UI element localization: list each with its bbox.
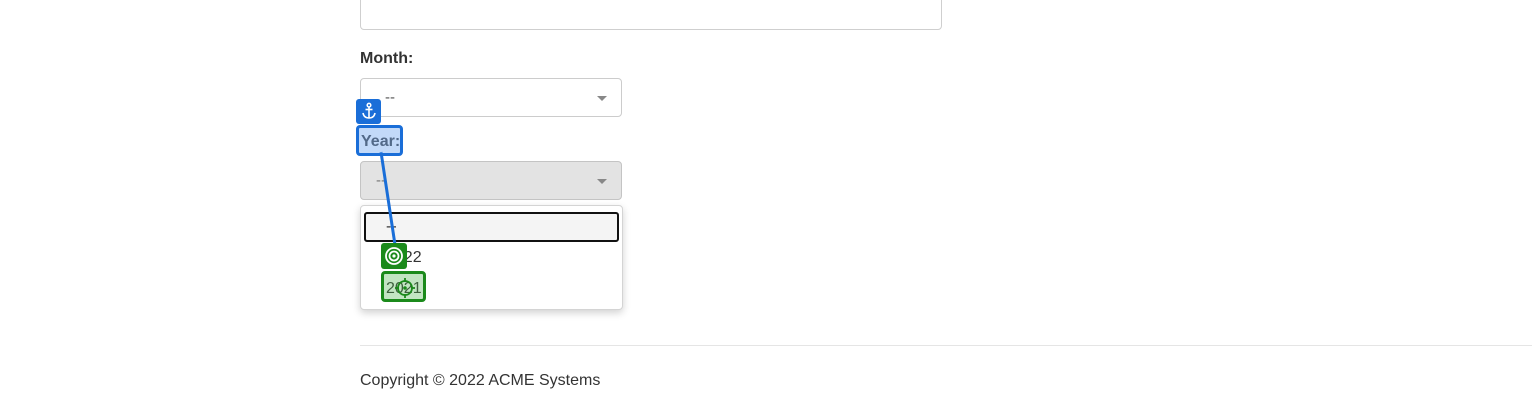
- year-select-value: --: [376, 172, 386, 189]
- page: Month: -- Year: -- -- 2022 2021: [0, 0, 1532, 409]
- crosshair-icon: [395, 278, 415, 298]
- anchor-icon: [356, 99, 381, 124]
- anchor-highlight-box: [356, 125, 403, 156]
- annotation-connector-line: [379, 151, 399, 259]
- month-select-value: --: [385, 89, 395, 106]
- previous-field-input[interactable]: [360, 0, 942, 30]
- chevron-down-icon: [597, 96, 607, 101]
- month-label: Month:: [360, 50, 414, 67]
- target-icon: [381, 243, 407, 269]
- chevron-down-icon: [597, 179, 607, 184]
- footer-copyright: Copyright © 2022 ACME Systems: [360, 372, 601, 389]
- year-option-empty[interactable]: --: [364, 212, 619, 242]
- year-select[interactable]: --: [360, 161, 622, 200]
- footer-divider: [360, 345, 1532, 346]
- target-highlight-box: [381, 271, 426, 302]
- month-select[interactable]: --: [360, 78, 622, 117]
